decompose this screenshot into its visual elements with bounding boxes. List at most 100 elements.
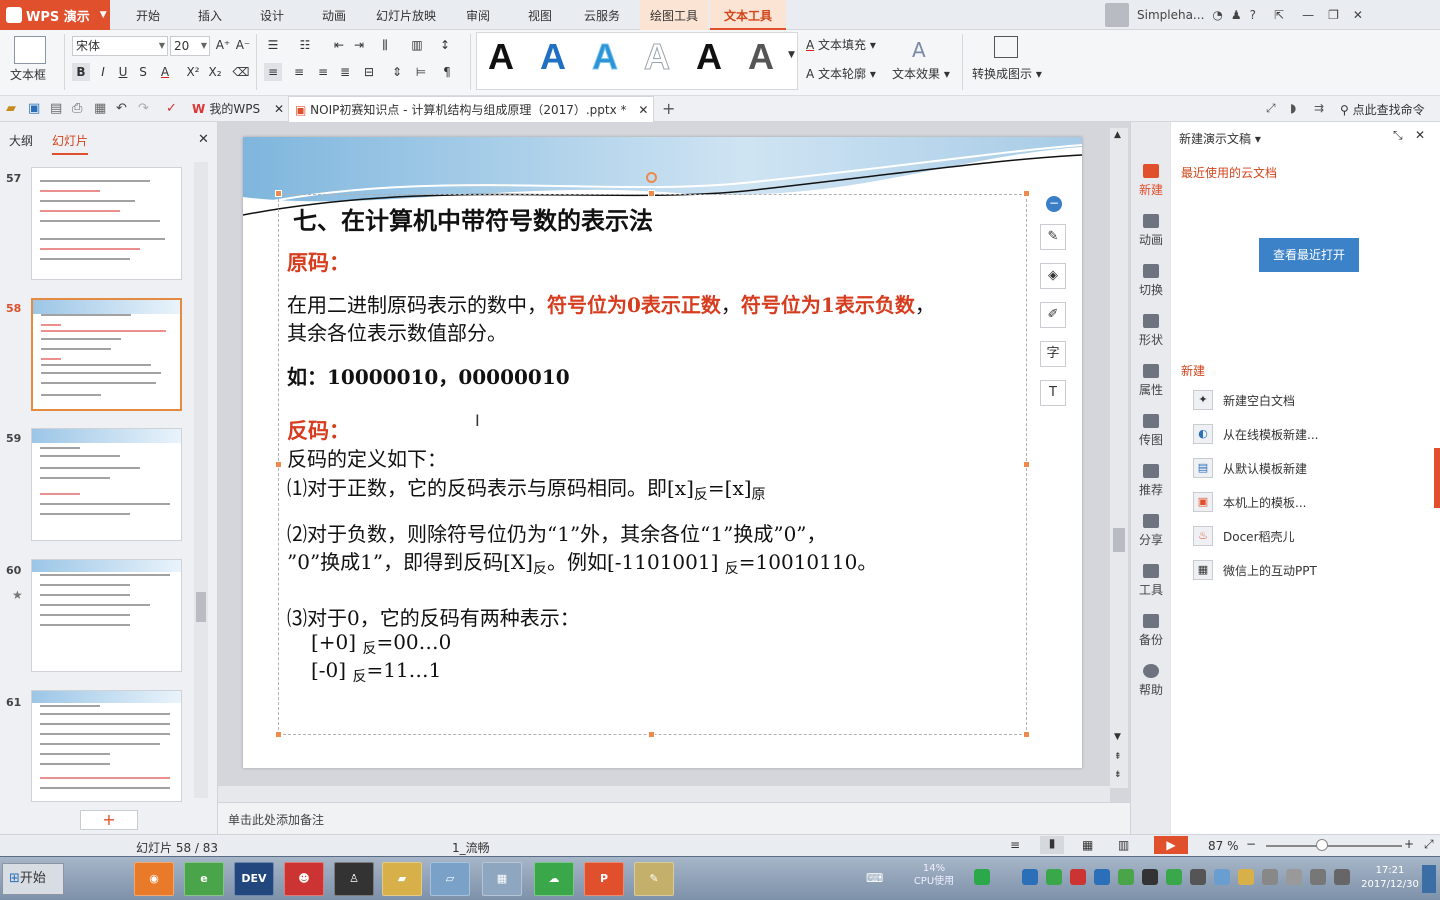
wps-app-menu-button[interactable]: WPS 演示 ▼	[0, 0, 110, 30]
tab-start[interactable]: 开始	[120, 0, 176, 30]
tab-design[interactable]: 设计	[244, 0, 300, 30]
dock-icon[interactable]: ⤡	[1393, 128, 1403, 143]
normal-view-icon[interactable]: ▮	[1040, 836, 1064, 854]
scroll-thumb[interactable]	[196, 592, 206, 622]
indent-icon[interactable]: ⊨	[412, 63, 430, 81]
zoom-level[interactable]: 87 %	[1208, 839, 1239, 853]
text-style-black[interactable]: A	[488, 36, 514, 78]
help-icon[interactable]: ?	[1250, 8, 1256, 22]
tab-text-tools[interactable]: 文本工具	[710, 0, 786, 30]
resize-handle[interactable]	[275, 731, 282, 738]
prev-slide-icon[interactable]: ⇞	[1114, 752, 1122, 762]
font-name-select[interactable]: 宋体 ▼	[72, 36, 168, 56]
new-blank-doc[interactable]: ✦ 新建空白文档	[1193, 390, 1295, 410]
font-icon[interactable]: 字	[1040, 341, 1066, 367]
align-left-icon[interactable]: ≡	[264, 63, 282, 81]
close-pane-icon[interactable]: ✕	[1415, 128, 1425, 142]
notebook-icon[interactable]: ▱	[430, 862, 470, 896]
font-size-select[interactable]: 20 ▼	[170, 36, 210, 56]
slide-vertical-scrollbar[interactable]: ▲ ▼ ⇞ ⇟	[1110, 128, 1128, 788]
text-box-icon[interactable]: T	[1040, 380, 1066, 406]
tray-browser-icon[interactable]	[1118, 869, 1134, 885]
close-panel-icon[interactable]: ✕	[198, 132, 209, 147]
decrease-indent-icon[interactable]: ⇤	[330, 36, 348, 54]
distribute-icon[interactable]: ⊟	[360, 63, 378, 81]
ribbon-toggle-icon[interactable]: ⤢	[1266, 101, 1276, 116]
edit-shape-icon[interactable]: ✎	[1040, 224, 1066, 250]
print-icon[interactable]: ⎙	[72, 101, 82, 116]
bullet-list-icon[interactable]: ☰	[264, 36, 282, 54]
pane-shape[interactable]: 形状	[1131, 314, 1171, 348]
textbox-button[interactable]: 文本框	[10, 66, 46, 83]
dev-cpp-icon[interactable]: DEV	[234, 862, 274, 896]
export-pdf-icon[interactable]: ▤	[50, 101, 62, 116]
wechat-icon[interactable]: ☁	[534, 862, 574, 896]
paragraph-spacing-icon[interactable]: ⇕	[388, 63, 406, 81]
share-icon[interactable]: ⇉	[1314, 101, 1324, 115]
clock[interactable]: 17:21 2017/12/30	[1360, 864, 1420, 892]
resize-handle[interactable]	[648, 731, 655, 738]
shrink-font-icon[interactable]: A⁻	[234, 36, 252, 54]
format-painter-icon[interactable]: ✓	[166, 101, 177, 116]
gallery-more-icon[interactable]: ▼	[788, 50, 795, 60]
close-tab-icon[interactable]: ✕	[638, 103, 648, 117]
play-slideshow-icon[interactable]: ▶	[1154, 836, 1188, 854]
slide-thumbnail-57[interactable]	[31, 167, 182, 280]
align-center-icon[interactable]: ≡	[290, 63, 308, 81]
text-style-white-outline[interactable]: A	[644, 36, 671, 78]
justify-icon[interactable]: ≣	[336, 63, 354, 81]
pane-transition[interactable]: 切换	[1131, 264, 1171, 298]
tab-outline[interactable]: 大纲	[9, 132, 33, 149]
clear-format-icon[interactable]: ⌫	[232, 63, 250, 81]
pane-animation[interactable]: 动画	[1131, 214, 1171, 248]
close-tab-icon[interactable]: ✕	[274, 102, 284, 116]
task-pane-title[interactable]: 新建演示文稿 ▾	[1179, 130, 1261, 147]
reading-view-icon[interactable]: ▥	[1118, 838, 1129, 852]
tab-view[interactable]: 视图	[512, 0, 568, 30]
tray-speaker-icon[interactable]	[1334, 869, 1350, 885]
tab-slideshow[interactable]: 幻灯片放映	[368, 0, 444, 30]
text-effect-button[interactable]: 文本效果 ▾	[892, 65, 950, 82]
tray-tool-icon[interactable]	[1262, 869, 1278, 885]
resize-handle[interactable]	[1023, 190, 1030, 197]
font-color-icon[interactable]: A	[156, 63, 174, 81]
shirt-icon[interactable]: ♟	[1231, 8, 1242, 22]
new-from-default-template[interactable]: ▤ 从默认模板新建	[1193, 458, 1307, 478]
avatar[interactable]	[1105, 3, 1129, 27]
keyboard-icon[interactable]: ⌨	[866, 871, 883, 885]
textbox-icon[interactable]	[14, 36, 46, 64]
maximize-icon[interactable]: ❐	[1328, 8, 1339, 22]
wps-presentation-icon[interactable]: P	[584, 862, 624, 896]
pane-recommend[interactable]: 推荐	[1131, 464, 1171, 498]
text-outline-button[interactable]: A 文本轮廓 ▾	[806, 65, 876, 82]
minimize-icon[interactable]: —	[1302, 8, 1314, 22]
open-folder-icon[interactable]: ▰	[6, 101, 16, 116]
close-icon[interactable]: ✕	[1353, 8, 1363, 22]
save-icon[interactable]: ▣	[28, 101, 40, 116]
user-name[interactable]: Simpleha...	[1137, 8, 1204, 22]
rotate-handle[interactable]	[646, 172, 657, 183]
tray-network-icon[interactable]	[1214, 869, 1230, 885]
pane-share[interactable]: 分享	[1131, 514, 1171, 548]
zoom-out-icon[interactable]: −	[1246, 837, 1256, 851]
grow-font-icon[interactable]: A⁺	[214, 36, 232, 54]
pane-tools[interactable]: 工具	[1131, 564, 1171, 598]
tray-wechat-icon[interactable]	[1046, 869, 1062, 885]
tab-review[interactable]: 审阅	[450, 0, 506, 30]
text-style-gray[interactable]: A	[748, 36, 774, 78]
tab-slides[interactable]: 幻灯片	[52, 132, 89, 155]
drawing-app-icon[interactable]: ✎	[634, 862, 674, 896]
shadow-icon[interactable]: S	[134, 63, 152, 81]
volume-icon[interactable]	[1286, 869, 1302, 885]
line-spacing-icon[interactable]: ↕	[436, 36, 454, 54]
show-desktop-button[interactable]	[1422, 865, 1436, 893]
restore-ribbon-icon[interactable]: ⇱	[1274, 8, 1284, 22]
paragraph-settings-icon[interactable]: ¶	[438, 63, 456, 81]
slide-sorter-icon[interactable]: ▦	[1082, 838, 1093, 852]
browser-icon[interactable]: e	[184, 862, 224, 896]
calculator-icon[interactable]: ▦	[482, 862, 522, 896]
next-slide-icon[interactable]: ⇟	[1114, 770, 1122, 780]
text-style-blue-outline[interactable]: A	[592, 36, 619, 78]
convert-diagram-button[interactable]: 转换成图示 ▾	[972, 65, 1042, 82]
numbered-list-icon[interactable]: ☷	[296, 36, 314, 54]
